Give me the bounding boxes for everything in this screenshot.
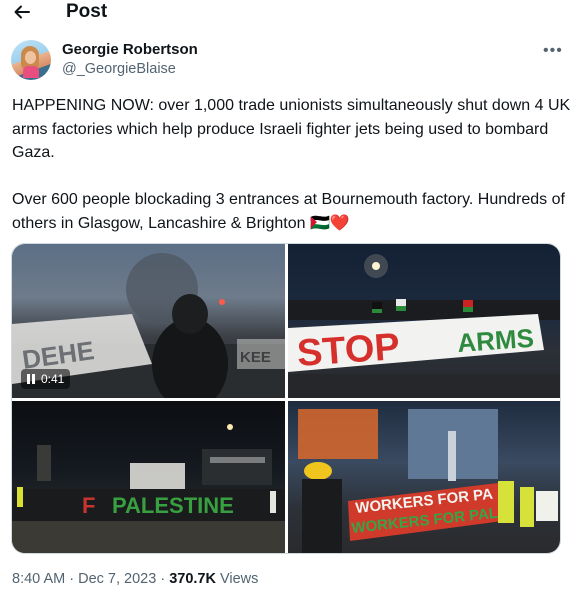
video-duration: 0:41	[41, 372, 65, 386]
image-stop-arms: STOP ARMS	[288, 254, 560, 398]
tweet-paragraph-1: HAPPENING NOW: over 1,000 trade unionist…	[12, 97, 571, 161]
tweet-meta: 8:40 AM · Dec 7, 2023 · 370.7K Views	[12, 571, 259, 587]
views-label: Views	[219, 571, 259, 587]
banner-palestine: PALESTINE	[112, 493, 234, 518]
pause-icon[interactable]	[27, 374, 35, 384]
svg-text:F: F	[82, 493, 95, 518]
page-title: Post	[66, 1, 108, 22]
tweet-paragraph-2: Over 600 people blockading 3 entrances a…	[12, 191, 565, 232]
post-header: Post	[0, 0, 581, 26]
avatar[interactable]	[11, 40, 51, 80]
media-grid: DEHE KEE 0:41 STOP ARMS F PALESTINE WORK…	[11, 243, 561, 554]
image-workers: WORKERS FOR PA WORKERS FOR PAL	[298, 409, 558, 553]
author-handle[interactable]: @_GeorgieBlaise	[62, 61, 176, 77]
tweet-date[interactable]: Dec 7, 2023	[78, 571, 156, 587]
svg-text:KEE: KEE	[240, 349, 271, 366]
arrow-left-icon[interactable]	[12, 2, 32, 22]
media-video-tile[interactable]: DEHE KEE 0:41	[12, 244, 285, 398]
banner-arms: ARMS	[456, 323, 534, 358]
video-duration-badge: 0:41	[21, 369, 71, 389]
banner-stop: STOP	[296, 326, 401, 375]
more-horizontal-icon[interactable]: •••	[543, 42, 563, 60]
media-image-stop-arms[interactable]: STOP ARMS	[288, 244, 560, 398]
image-free-palestine: F PALESTINE	[12, 424, 285, 553]
tweet-time[interactable]: 8:40 AM	[12, 571, 65, 587]
tweet-text: HAPPENING NOW: over 1,000 trade unionist…	[12, 94, 572, 235]
author-name[interactable]: Georgie Robertson	[62, 41, 198, 58]
media-image-free-palestine[interactable]: F PALESTINE	[12, 401, 285, 553]
views-count: 370.7K	[169, 571, 216, 587]
media-image-workers[interactable]: WORKERS FOR PA WORKERS FOR PAL	[288, 401, 560, 553]
